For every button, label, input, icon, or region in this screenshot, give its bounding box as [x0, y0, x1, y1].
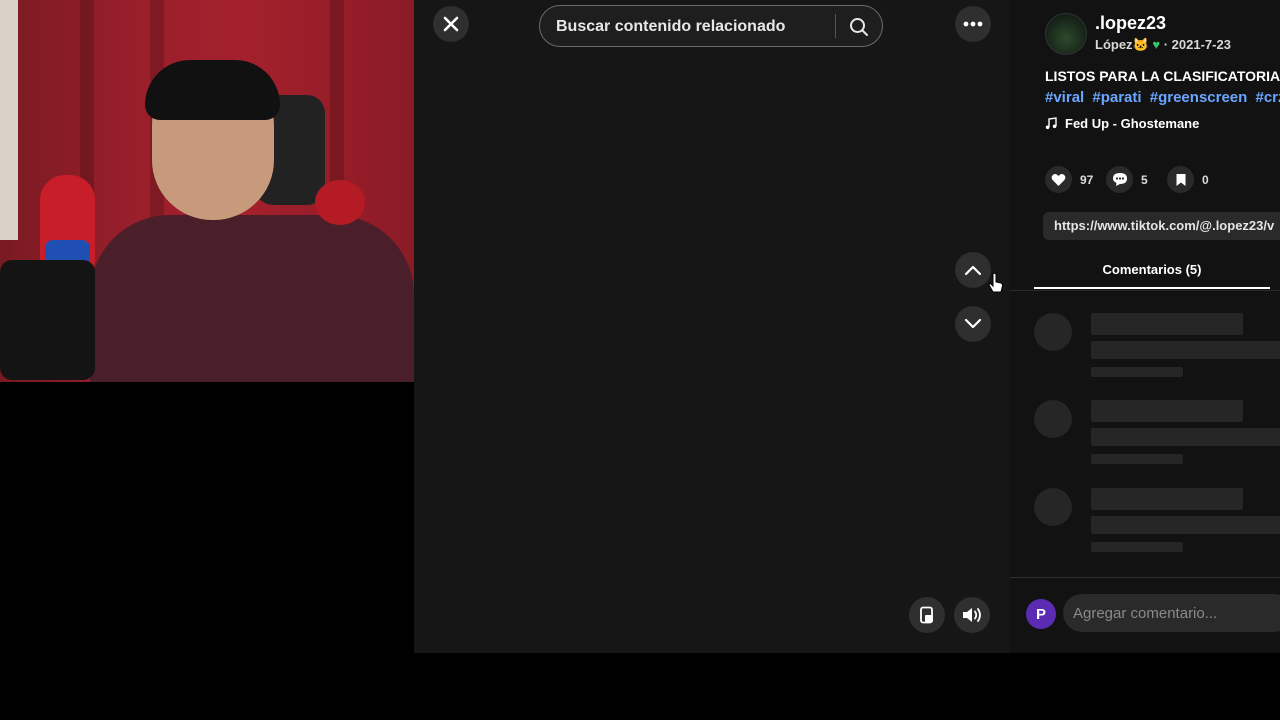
- copy-link-field[interactable]: https://www.tiktok.com/@.lopez23/v: [1043, 212, 1280, 240]
- post-caption: LISTOS PARA LA CLASIFICATORIA: [1045, 68, 1280, 84]
- tab-comments[interactable]: Comentarios (5): [1034, 262, 1270, 277]
- hand-cursor-icon: [988, 272, 1004, 301]
- save-button[interactable]: 0: [1167, 166, 1218, 193]
- tab-divider: [1010, 290, 1280, 291]
- details-panel: .lopez23 López🐱 ♥ · 2021-7-23 LISTOS PAR…: [1010, 0, 1280, 653]
- comment-skeleton: [1034, 313, 1280, 393]
- person-hair: [145, 60, 280, 120]
- picture-in-picture-icon: [920, 606, 933, 624]
- volume-icon: [963, 608, 981, 622]
- search-icon: [850, 18, 868, 36]
- hashtag-link[interactable]: #viral: [1045, 89, 1084, 106]
- author-display-name[interactable]: López: [1095, 37, 1133, 52]
- music-link[interactable]: Fed Up - Ghostemane: [1045, 116, 1199, 131]
- author-avatar[interactable]: [1045, 13, 1087, 55]
- next-video-button[interactable]: [955, 306, 991, 342]
- webcam-overlay: [0, 0, 414, 382]
- like-button[interactable]: 97: [1045, 166, 1096, 193]
- hashtag-list: #viral #parati #greenscreen #crz: [1045, 89, 1280, 106]
- save-count: 0: [1202, 172, 1209, 187]
- comment-skeleton: [1034, 488, 1280, 568]
- video-viewer: [414, 0, 1010, 653]
- comment-count: 5: [1141, 172, 1148, 187]
- search-divider: [835, 14, 836, 38]
- author-username[interactable]: .lopez23: [1095, 13, 1166, 34]
- like-button-circle: [1045, 166, 1072, 193]
- previous-video-button[interactable]: [955, 252, 991, 288]
- hashtag-link[interactable]: #crz: [1255, 89, 1280, 106]
- add-comment-input[interactable]: [1063, 594, 1280, 632]
- hashtag-link[interactable]: #parati: [1092, 89, 1141, 106]
- current-user-avatar: P: [1026, 599, 1056, 629]
- post-date: 2021-7-23: [1171, 37, 1231, 52]
- cat-emoji-icon: 🐱: [1132, 37, 1149, 52]
- more-icon: [963, 21, 983, 27]
- comment-button[interactable]: 5: [1106, 166, 1157, 193]
- wall: [0, 0, 18, 240]
- active-tab-indicator: [1034, 287, 1270, 289]
- floating-player-button[interactable]: [909, 597, 945, 633]
- chevron-down-icon: [964, 318, 982, 329]
- green-heart-icon: ♥: [1152, 37, 1161, 52]
- close-icon: [443, 16, 459, 32]
- volume-button[interactable]: [954, 597, 990, 633]
- more-options-button[interactable]: [955, 6, 991, 42]
- person-torso: [90, 215, 414, 382]
- save-button-circle: [1167, 166, 1194, 193]
- search-bar: [539, 5, 883, 48]
- chevron-up-icon: [964, 265, 982, 276]
- music-title: Fed Up - Ghostemane: [1065, 116, 1200, 131]
- comment-bubble-icon: [1112, 173, 1127, 186]
- deadpool-figure: [315, 180, 365, 225]
- search-input[interactable]: [554, 6, 828, 48]
- comment-skeleton: [1034, 400, 1280, 480]
- hashtag-link[interactable]: #greenscreen: [1150, 89, 1248, 106]
- bookmark-icon: [1176, 173, 1185, 186]
- close-button[interactable]: [433, 6, 469, 42]
- heart-icon: [1051, 173, 1066, 186]
- like-count: 97: [1080, 172, 1094, 187]
- search-button[interactable]: [846, 14, 872, 40]
- engagement-stats: 97 5 0: [1045, 166, 1218, 193]
- microphone: [0, 260, 95, 380]
- comment-button-circle: [1106, 166, 1133, 193]
- music-note-icon: [1045, 117, 1057, 130]
- comment-box-divider: [1010, 577, 1280, 578]
- author-subline: López🐱 ♥ · 2021-7-23: [1095, 37, 1231, 52]
